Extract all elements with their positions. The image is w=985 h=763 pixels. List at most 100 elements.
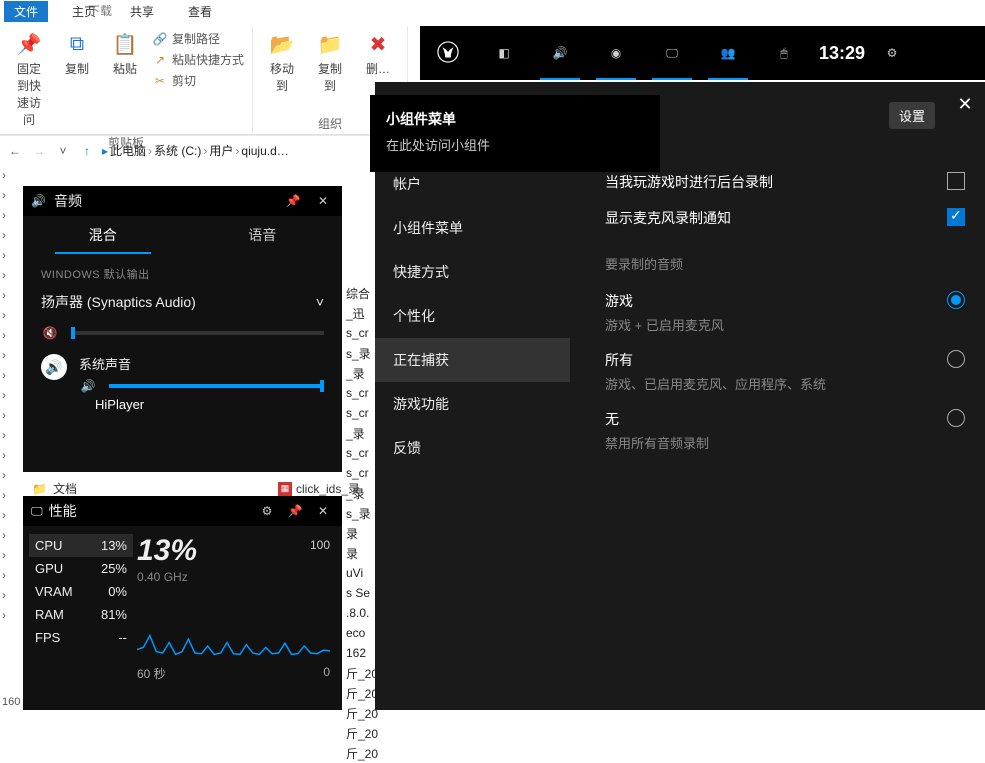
xbox-icon [437, 41, 459, 66]
copy-to-button[interactable]: 📁复制到 [307, 26, 353, 98]
perf-stat-row[interactable]: CPU13% [29, 534, 133, 557]
file-fragment: s Se [346, 583, 370, 603]
gamebar-xbox-button[interactable] [420, 26, 476, 80]
nav-back-icon[interactable]: ← [6, 142, 24, 160]
moveto-icon: 📂 [268, 30, 296, 58]
file-fragment: s_cr [346, 323, 369, 343]
gamebar-social-button[interactable]: 👥 [700, 26, 756, 80]
ribbon-tab-file[interactable]: 文件 [4, 1, 48, 22]
pin-quickaccess-button[interactable]: 📌固定到快 速访问 [6, 26, 52, 132]
file-fragment: s_cr [346, 463, 369, 483]
nav-tree[interactable] [0, 165, 18, 625]
settings-nav-item[interactable]: 小组件菜单 [375, 206, 570, 250]
perf-options-button[interactable]: ⚙ [256, 500, 278, 522]
opt-mic-notify-label: 显示麦克风录制通知 [605, 208, 731, 228]
monitor-icon: 🖵 [666, 46, 678, 61]
speaker-icon[interactable]: 🔊 [79, 379, 97, 393]
file-fragment: eco [346, 623, 365, 643]
settings-nav-item[interactable]: 正在捕获 [375, 338, 570, 382]
quick-access-dropdown[interactable]: 下载 [88, 2, 112, 19]
gamebar-mouse-button[interactable]: 🖱 [756, 26, 812, 80]
opt-none-label: 无 [605, 409, 709, 429]
system-sound-label: 系统声音 [79, 354, 324, 373]
system-sound-icon: 🔊 [41, 354, 67, 380]
opt-all-radio[interactable] [947, 350, 965, 368]
opt-mic-notify-checkbox[interactable] [947, 208, 965, 226]
system-volume-slider[interactable] [109, 384, 324, 388]
speaker-icon: 🔊 [31, 194, 46, 208]
monitor-icon: 🖵 [31, 504, 43, 519]
shortcut-icon: ↗ [152, 52, 168, 68]
paste-button[interactable]: 📋粘贴 [102, 26, 148, 132]
people-icon: 👥 [721, 46, 736, 60]
file-fragment: _迅 [346, 303, 365, 323]
cut-button[interactable]: ✂剪切 [152, 72, 244, 89]
opt-game-radio[interactable] [947, 291, 965, 309]
copy-path-button[interactable]: 🔗复制路径 [152, 30, 244, 47]
perf-stat-row[interactable]: GPU25% [35, 557, 127, 580]
ribbon-tab-view[interactable]: 查看 [178, 1, 222, 22]
gamebar-clock: 13:29 [812, 43, 872, 64]
perf-stat-row[interactable]: VRAM0% [35, 580, 127, 603]
perf-stat-row[interactable]: FPS-- [35, 626, 127, 649]
gamebar-audio-button[interactable]: 🔊 [532, 26, 588, 80]
file-fragment: s_cr [346, 383, 369, 403]
opt-none-radio[interactable] [947, 409, 965, 427]
cpu-sparkline [137, 590, 330, 660]
docs-folder[interactable]: 📁文档 [32, 480, 77, 497]
mute-icon[interactable]: 🔇 [41, 326, 59, 340]
settings-pill[interactable]: 设置 [889, 102, 935, 129]
audio-close-button[interactable]: ✕ [312, 190, 334, 212]
settings-nav-item[interactable]: 反馈 [375, 426, 570, 470]
opt-all-label: 所有 [605, 350, 826, 370]
paste-icon: 📋 [111, 30, 139, 58]
opt-game-sub: 游戏 + 已启用麦克风 [605, 315, 724, 334]
path-icon: 🔗 [152, 31, 168, 47]
file-fragment: 斤_20 [346, 683, 378, 703]
close-icon: ✕ [318, 194, 328, 208]
master-volume-slider[interactable] [71, 331, 324, 335]
settings-close-button[interactable]: ✕ [951, 90, 979, 118]
settings-nav-item[interactable]: 个性化 [375, 294, 570, 338]
audio-pin-button[interactable]: 📌 [282, 190, 304, 212]
perf-stat-row[interactable]: RAM81% [35, 603, 127, 626]
perf-pin-button[interactable]: 📌 [284, 500, 306, 522]
nav-up-icon[interactable]: ↑ [78, 142, 96, 160]
perf-widget-title: 性能 [49, 501, 250, 521]
perf-big-value: 13% [137, 534, 330, 568]
settings-nav-item[interactable]: 快捷方式 [375, 250, 570, 294]
opt-bg-record-label: 当我玩游戏时进行后台录制 [605, 172, 773, 192]
file-fragment: s_录 [346, 343, 371, 363]
settings-nav-item[interactable]: 游戏功能 [375, 382, 570, 426]
audio-tab-voice[interactable]: 语音 [183, 216, 343, 254]
move-to-button[interactable]: 📂移动到 [259, 26, 305, 98]
nav-history-icon[interactable]: ˅ [54, 142, 72, 160]
output-device-selector[interactable]: 扬声器 (Synaptics Audio) ˅ [41, 292, 324, 312]
perf-chart: 100 13% 0.40 GHz 60 秒 0 [137, 534, 330, 682]
close-icon: ✕ [957, 94, 972, 115]
chart-xleft: 60 秒 [137, 665, 166, 682]
audio-widget-title: 音频 [54, 191, 274, 211]
nav-fwd-icon[interactable]: → [30, 142, 48, 160]
perf-freq: 0.40 GHz [137, 570, 330, 584]
gamebar-widgets-button[interactable]: ◧ [476, 26, 532, 80]
chevron-down-icon: ˅ [316, 294, 324, 310]
ribbon-tab-share[interactable]: 共享 [120, 1, 164, 22]
file-fragment: s_录 [346, 503, 371, 523]
gamebar-capture-button[interactable]: ◉ [588, 26, 644, 80]
hiplayer-label: HiPlayer [41, 393, 324, 412]
copy-button[interactable]: ⧉复制 [54, 26, 100, 132]
chart-ymax: 100 [310, 538, 330, 552]
perf-close-button[interactable]: ✕ [312, 500, 334, 522]
paste-shortcut-button[interactable]: ↗粘贴快捷方式 [152, 51, 244, 68]
delete-icon: ✖ [364, 30, 392, 58]
opt-bg-record-checkbox[interactable] [947, 172, 965, 190]
breadcrumb[interactable]: ▸ 此电脑› 系统 (C:)› 用户› qiuju.d… [102, 142, 289, 159]
perf-stat-list: CPU13%GPU25%VRAM0%RAM81%FPS-- [35, 534, 127, 682]
audio-tab-mix[interactable]: 混合 [23, 216, 183, 254]
status-item-count: 160 [2, 696, 20, 708]
gamebar-perf-button[interactable]: 🖵 [644, 26, 700, 80]
file-fragment: 录 [346, 523, 358, 543]
settings-panel: ✕ 设置 帐户小组件菜单快捷方式个性化正在捕获游戏功能反馈 当我玩游戏时进行后台… [375, 82, 985, 710]
gamebar-settings-button[interactable]: ⚙ [872, 46, 912, 60]
